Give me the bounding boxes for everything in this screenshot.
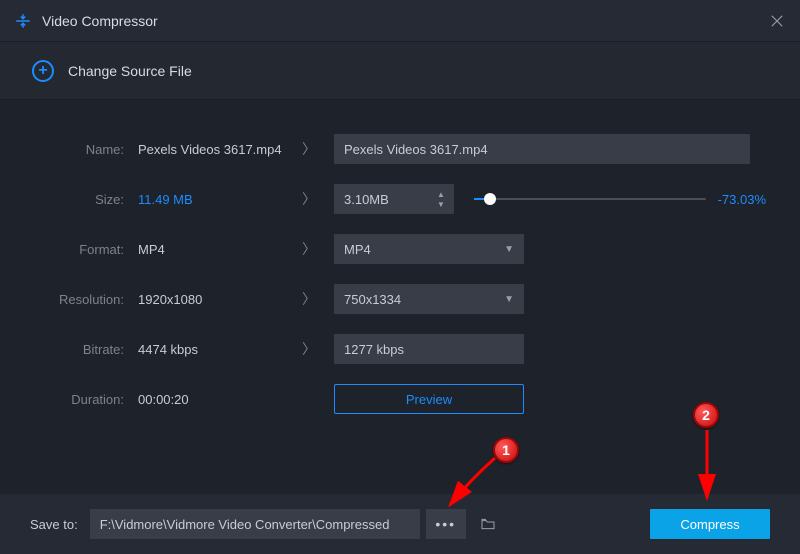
window-title: Video Compressor [42,13,768,29]
caret-down-icon: ▼ [504,244,514,255]
output-resolution-select[interactable]: 750x1334 ▼ [334,284,524,314]
save-to-label: Save to: [30,517,78,532]
label-bitrate: Bitrate: [34,342,134,357]
value-bitrate: 4474 kbps [134,342,284,357]
chevron-right-icon: 〉 [284,139,334,159]
slider-track [474,198,706,200]
slider-thumb[interactable] [484,193,496,205]
compression-slider[interactable]: -73.03% [474,192,766,207]
titlebar: Video Compressor [0,0,800,42]
output-name-input[interactable]: Pexels Videos 3617.mp4 [334,134,750,164]
open-folder-button[interactable] [474,509,502,539]
change-source-label: Change Source File [68,63,192,79]
output-name-text: Pexels Videos 3617.mp4 [344,142,488,157]
compress-button[interactable]: Compress [650,509,770,539]
compress-app-icon [14,12,32,30]
close-icon[interactable] [768,12,786,30]
row-duration: Duration: 00:00:20 Preview [34,374,766,424]
label-duration: Duration: [34,392,134,407]
preview-button[interactable]: Preview [334,384,524,414]
output-format-text: MP4 [344,242,371,257]
callout-2: 2 [693,402,719,428]
compression-percent: -73.03% [718,192,766,207]
label-format: Format: [34,242,134,257]
value-duration: 00:00:20 [134,392,284,407]
label-resolution: Resolution: [34,292,134,307]
label-name: Name: [34,142,134,157]
value-name: Pexels Videos 3617.mp4 [134,142,284,157]
plus-circle-icon: + [32,60,54,82]
row-size: Size: 11.49 MB 〉 3.10MB ▲ ▼ -73.03% [34,174,766,224]
value-format: MP4 [134,242,284,257]
chevron-right-icon: 〉 [284,289,334,309]
size-spinner: ▲ ▼ [434,189,448,209]
value-resolution: 1920x1080 [134,292,284,307]
folder-icon [479,516,497,532]
caret-down-icon: ▼ [504,294,514,305]
size-step-up[interactable]: ▲ [434,189,448,199]
label-size: Size: [34,192,134,207]
footer-bar: Save to: F:\Vidmore\Vidmore Video Conver… [0,494,800,554]
output-bitrate-text: 1277 kbps [344,342,404,357]
chevron-right-icon: 〉 [284,239,334,259]
size-step-down[interactable]: ▼ [434,199,448,209]
row-bitrate: Bitrate: 4474 kbps 〉 1277 kbps [34,324,766,374]
change-source-row[interactable]: + Change Source File [0,42,800,100]
callout-1: 1 [493,437,519,463]
output-size-text: 3.10MB [344,192,389,207]
main-panel: Name: Pexels Videos 3617.mp4 〉 Pexels Vi… [0,100,800,424]
browse-button[interactable]: ••• [426,509,466,539]
row-resolution: Resolution: 1920x1080 〉 750x1334 ▼ [34,274,766,324]
row-name: Name: Pexels Videos 3617.mp4 〉 Pexels Vi… [34,124,766,174]
ellipsis-icon: ••• [435,516,456,532]
chevron-right-icon: 〉 [284,189,334,209]
output-bitrate-display: 1277 kbps [334,334,524,364]
value-size: 11.49 MB [134,192,284,207]
output-size-stepper[interactable]: 3.10MB ▲ ▼ [334,184,454,214]
save-path-text: F:\Vidmore\Vidmore Video Converter\Compr… [100,517,390,532]
save-path-display: F:\Vidmore\Vidmore Video Converter\Compr… [90,509,420,539]
row-format: Format: MP4 〉 MP4 ▼ [34,224,766,274]
output-resolution-text: 750x1334 [344,292,401,307]
output-format-select[interactable]: MP4 ▼ [334,234,524,264]
chevron-right-icon: 〉 [284,339,334,359]
